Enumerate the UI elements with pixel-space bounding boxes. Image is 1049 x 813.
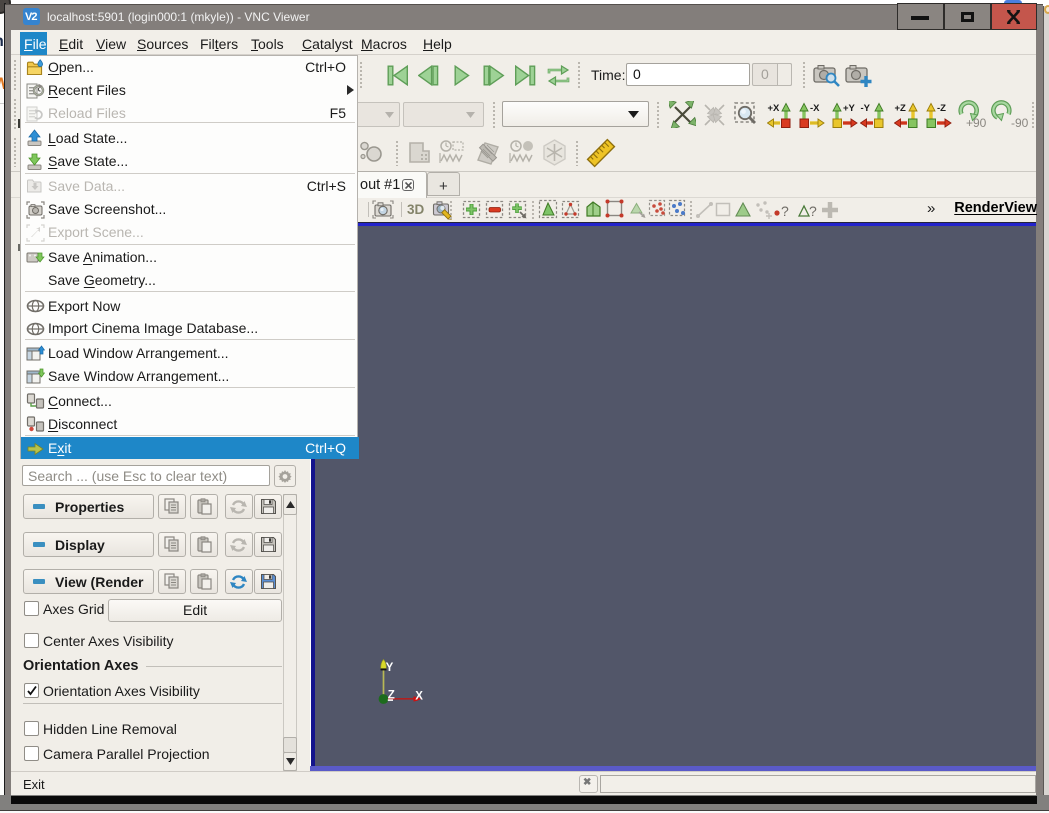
svg-text:-X: -X [810, 103, 820, 114]
svg-text:?: ? [809, 203, 817, 219]
svg-text:+X: +X [768, 103, 781, 114]
svg-text:-Y: -Y [861, 103, 871, 114]
svg-text:-90: -90 [1011, 116, 1029, 129]
svg-text:+Z: +Z [895, 103, 907, 114]
svg-text:+Y: +Y [843, 103, 856, 114]
svg-text:X: X [415, 690, 423, 702]
svg-text:?: ? [781, 203, 789, 219]
svg-text:-Z: -Z [937, 103, 946, 114]
svg-text:+90: +90 [966, 116, 986, 129]
svg-text:Y: Y [386, 662, 394, 674]
